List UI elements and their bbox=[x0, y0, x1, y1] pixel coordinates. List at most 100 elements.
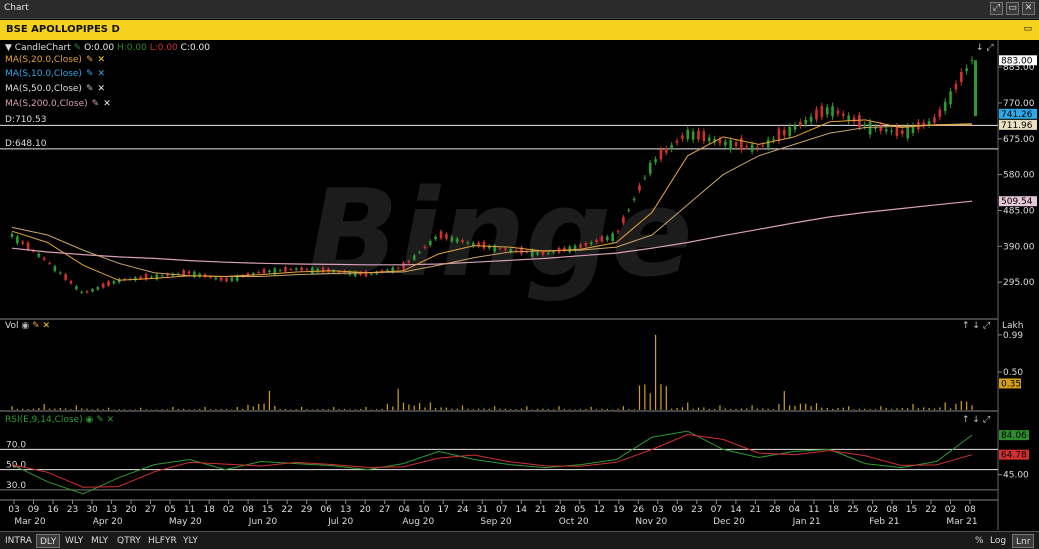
candle-body bbox=[723, 141, 727, 146]
date-month-label: Nov 20 bbox=[635, 517, 667, 527]
ohlc-open: O:0.00 bbox=[84, 43, 115, 53]
volume-pane-controls: ↑ ↓ ⤢ bbox=[962, 321, 990, 331]
move-up-icon[interactable]: ↑ bbox=[962, 415, 970, 425]
candle-body bbox=[970, 60, 974, 62]
expand-icon[interactable]: ⤢ bbox=[983, 415, 990, 425]
expand-icon[interactable]: ⤢ bbox=[983, 321, 990, 331]
date-day-label: 07 bbox=[711, 505, 722, 515]
candle-body bbox=[804, 119, 808, 124]
date-day-label: 11 bbox=[808, 505, 819, 515]
candle-body bbox=[686, 129, 690, 139]
remove-icon[interactable]: ✕ bbox=[107, 415, 115, 425]
period-tab-mly[interactable]: MLY bbox=[88, 534, 111, 548]
candlechart-dropdown-icon[interactable]: ▼ bbox=[5, 43, 12, 53]
move-down-icon[interactable]: ↓ bbox=[972, 321, 980, 331]
date-day-label: 14 bbox=[516, 505, 528, 515]
rsi-pane-controls: ↑ ↓ ⤢ bbox=[962, 415, 990, 425]
maximize-icon[interactable]: ▭ bbox=[1006, 2, 1019, 15]
candle-body bbox=[396, 267, 400, 269]
volume-tick-label: 0.50 bbox=[1003, 368, 1023, 378]
rsi-tick-label: 70.0 bbox=[6, 440, 26, 450]
period-tab-qtry[interactable]: QTRY bbox=[114, 534, 144, 548]
candle-body bbox=[799, 121, 802, 126]
remove-icon[interactable]: ✕ bbox=[97, 55, 105, 65]
candle-body bbox=[965, 68, 968, 71]
move-down-icon[interactable]: ↓ bbox=[976, 43, 984, 53]
candle-body bbox=[579, 244, 582, 248]
date-day-label: 08 bbox=[886, 505, 898, 515]
price-tick-label: 770.00 bbox=[1003, 99, 1035, 109]
date-day-label: 07 bbox=[496, 505, 507, 515]
linear-scale-button[interactable]: Lnr bbox=[1012, 534, 1035, 548]
edit-pencil-icon[interactable]: ✎ bbox=[32, 321, 40, 331]
date-day-label: 02 bbox=[223, 505, 234, 515]
remove-icon[interactable]: ✕ bbox=[97, 69, 105, 79]
date-day-label: 18 bbox=[828, 505, 840, 515]
candle-body bbox=[187, 271, 191, 274]
candle-body bbox=[938, 109, 942, 118]
date-day-label: 09 bbox=[672, 505, 684, 515]
indicator-ma10[interactable]: MA(S,10.0,Close) ✎ ✕ bbox=[5, 69, 105, 79]
remove-icon[interactable]: ✕ bbox=[103, 99, 111, 109]
date-day-label: 29 bbox=[301, 505, 313, 515]
popout-icon[interactable]: ⤢ bbox=[990, 2, 1003, 15]
move-down-icon[interactable]: ↓ bbox=[972, 415, 980, 425]
candle-body bbox=[53, 266, 57, 272]
candle-body bbox=[64, 274, 67, 280]
date-day-label: 10 bbox=[418, 505, 430, 515]
date-day-label: 09 bbox=[28, 505, 40, 515]
candle-body bbox=[702, 131, 706, 142]
edit-pencil-icon[interactable]: ✎ bbox=[74, 43, 82, 53]
period-tab-yly[interactable]: YLY bbox=[180, 534, 201, 548]
edit-pencil-icon[interactable]: ✎ bbox=[86, 84, 94, 94]
date-day-label: 15 bbox=[262, 505, 273, 515]
indicator-ma200[interactable]: MA(S,200.0,Close) ✎ ✕ bbox=[5, 99, 111, 109]
volume-legend[interactable]: Vol ◉ ✎ ✕ bbox=[5, 321, 50, 331]
indicator-ma20[interactable]: MA(S,20.0,Close) ✎ ✕ bbox=[5, 55, 105, 65]
move-up-icon[interactable]: ↑ bbox=[962, 321, 970, 331]
date-day-label: 18 bbox=[203, 505, 215, 515]
candle-body bbox=[836, 110, 840, 114]
candle-body bbox=[504, 248, 507, 251]
edit-pencil-icon[interactable]: ✎ bbox=[86, 69, 94, 79]
percent-scale-button[interactable]: % bbox=[975, 534, 984, 548]
candle-body bbox=[589, 242, 593, 245]
close-icon[interactable]: ✕ bbox=[1022, 2, 1035, 15]
remove-icon[interactable]: ✕ bbox=[43, 321, 51, 331]
candle-body bbox=[879, 125, 883, 132]
candlechart-label[interactable]: CandleChart bbox=[15, 43, 71, 53]
visibility-eye-icon[interactable]: ◉ bbox=[85, 415, 93, 425]
period-tab-wly[interactable]: WLY bbox=[62, 534, 86, 548]
chart-canvas[interactable]: Binge 883.00 770.00 675.00 580.00 485.00 390.0… bbox=[0, 40, 1039, 530]
expand-icon[interactable]: ⤢ bbox=[986, 43, 993, 53]
date-day-label: 30 bbox=[86, 505, 98, 515]
date-day-label: 22 bbox=[281, 505, 292, 515]
price-marker-label: 509.54 bbox=[1001, 197, 1033, 207]
period-tab-dly[interactable]: DLY bbox=[36, 534, 61, 548]
edit-pencil-icon[interactable]: ✎ bbox=[86, 55, 94, 65]
candle-body bbox=[863, 124, 867, 127]
collapse-icon[interactable]: ▭ bbox=[1023, 24, 1032, 34]
price-tick-label: 485.00 bbox=[1003, 206, 1035, 216]
remove-icon[interactable]: ✕ bbox=[97, 84, 105, 94]
candle-body bbox=[734, 142, 738, 147]
edit-pencil-icon[interactable]: ✎ bbox=[96, 415, 104, 425]
candle-body bbox=[225, 277, 228, 282]
edit-pencil-icon[interactable]: ✎ bbox=[92, 99, 100, 109]
rsi-legend[interactable]: RSI(E,9,14,Close) ◉ ✎ ✕ bbox=[5, 415, 114, 425]
date-day-label: 24 bbox=[457, 505, 469, 515]
candle-body bbox=[675, 140, 679, 143]
date-month-label: Mar 20 bbox=[14, 517, 46, 527]
visibility-eye-icon[interactable]: ◉ bbox=[21, 321, 29, 331]
candle-body bbox=[745, 146, 749, 148]
indicator-ma50[interactable]: MA(S,50.0,Close) ✎ ✕ bbox=[5, 84, 105, 94]
period-tab-hlfyr[interactable]: HLFYR bbox=[145, 534, 180, 548]
date-day-label: 21 bbox=[535, 505, 546, 515]
candle-body bbox=[884, 129, 888, 132]
period-tab-intra[interactable]: INTRA bbox=[2, 534, 35, 548]
price-pane-controls: ↓ ⤢ bbox=[976, 43, 994, 53]
candle-body bbox=[611, 233, 614, 241]
candle-body bbox=[219, 277, 223, 281]
date-day-label: 27 bbox=[145, 505, 156, 515]
log-scale-button[interactable]: Log bbox=[990, 534, 1006, 548]
